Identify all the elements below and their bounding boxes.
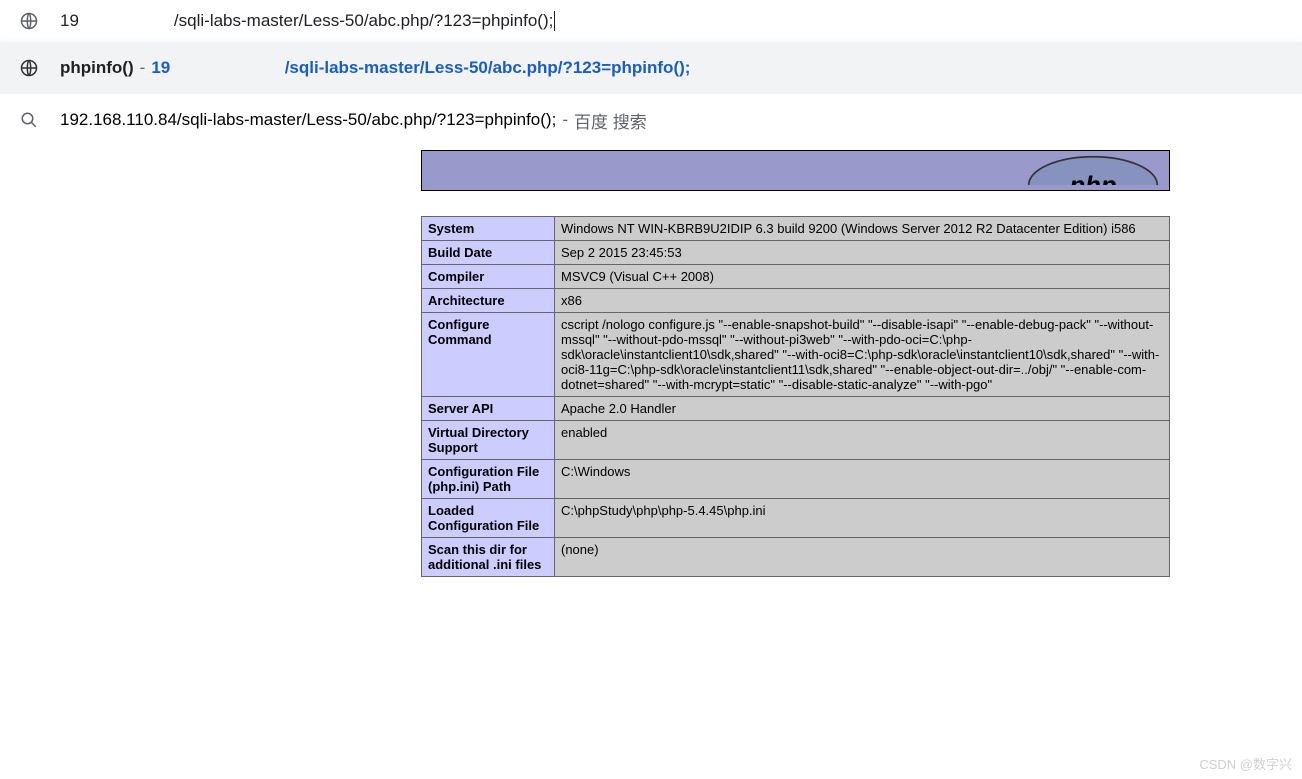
phpinfo-value: Sep 2 2015 23:45:53 [555,241,1170,265]
suggestion-url-prefix: 19 [151,58,170,77]
table-row: CompilerMSVC9 (Visual C++ 2008) [422,265,1170,289]
suggestion-url-suffix: /sqli-labs-master/Less-50/abc.php/?123=p… [285,58,691,77]
globe-icon [20,59,38,77]
address-bar[interactable]: 19 /sqli-labs-master/Less-50/abc.php/?12… [0,0,1302,42]
php-logo-icon: php [1023,155,1163,185]
phpinfo-key: Scan this dir for additional .ini files [422,538,555,577]
suggestion-title: phpinfo() [60,58,134,78]
watermark-text: CSDN @数字兴 [1199,754,1292,773]
search-icon [20,111,38,129]
suggestion-dash: - [562,110,568,130]
table-row: SystemWindows NT WIN-KBRB9U2IDIP 6.3 bui… [422,217,1170,241]
table-row: Virtual Directory Supportenabled [422,421,1170,460]
phpinfo-key: Loaded Configuration File [422,499,555,538]
omnibox-suggestions: phpinfo() - 19 /sqli-labs-master/Less-50… [0,42,1302,152]
phpinfo-key: Architecture [422,289,555,313]
url-prefix: 19 [60,11,79,31]
phpinfo-table-body: SystemWindows NT WIN-KBRB9U2IDIP 6.3 bui… [422,217,1170,577]
table-row: Scan this dir for additional .ini files(… [422,538,1170,577]
phpinfo-key: Virtual Directory Support [422,421,555,460]
text-cursor [554,11,555,31]
phpinfo-value: C:\phpStudy\php\php-5.4.45\php.ini [555,499,1170,538]
phpinfo-key: Configure Command [422,313,555,397]
phpinfo-value: Apache 2.0 Handler [555,397,1170,421]
phpinfo-key: Configuration File (php.ini) Path [422,460,555,499]
suggestion-url-link[interactable]: 19 /sqli-labs-master/Less-50/abc.php/?12… [151,58,690,78]
suggestion-item-url[interactable]: phpinfo() - 19 /sqli-labs-master/Less-50… [0,42,1302,94]
suggestion-dash: - [140,58,146,78]
table-row: Configuration File (php.ini) PathC:\Wind… [422,460,1170,499]
phpinfo-value: MSVC9 (Visual C++ 2008) [555,265,1170,289]
phpinfo-key: Build Date [422,241,555,265]
phpinfo-value: cscript /nologo configure.js "--enable-s… [555,313,1170,397]
phpinfo-table: SystemWindows NT WIN-KBRB9U2IDIP 6.3 bui… [421,216,1170,577]
phpinfo-header: php [421,150,1170,191]
suggestion-search-text: 192.168.110.84/sqli-labs-master/Less-50/… [60,110,556,130]
suggestion-url-redacted [175,61,280,77]
phpinfo-key: Compiler [422,265,555,289]
table-row: Configure Commandcscript /nologo configu… [422,313,1170,397]
page-content: php SystemWindows NT WIN-KBRB9U2IDIP 6.3… [0,150,1302,779]
table-row: Build DateSep 2 2015 23:45:53 [422,241,1170,265]
url-input[interactable]: 19 /sqli-labs-master/Less-50/abc.php/?12… [60,11,1282,31]
phpinfo-key: Server API [422,397,555,421]
suggestion-item-search[interactable]: 192.168.110.84/sqli-labs-master/Less-50/… [0,94,1302,146]
phpinfo-value: x86 [555,289,1170,313]
suggestion-search-engine: 百度 搜索 [574,108,647,133]
table-row: Architecturex86 [422,289,1170,313]
phpinfo-value: C:\Windows [555,460,1170,499]
url-redacted [79,12,174,30]
url-suffix: /sqli-labs-master/Less-50/abc.php/?123=p… [174,11,553,31]
phpinfo-value: (none) [555,538,1170,577]
phpinfo-key: System [422,217,555,241]
table-row: Loaded Configuration FileC:\phpStudy\php… [422,499,1170,538]
svg-text:php: php [1068,172,1116,185]
phpinfo-value: enabled [555,421,1170,460]
table-row: Server APIApache 2.0 Handler [422,397,1170,421]
phpinfo-value: Windows NT WIN-KBRB9U2IDIP 6.3 build 920… [555,217,1170,241]
globe-icon [20,12,38,30]
